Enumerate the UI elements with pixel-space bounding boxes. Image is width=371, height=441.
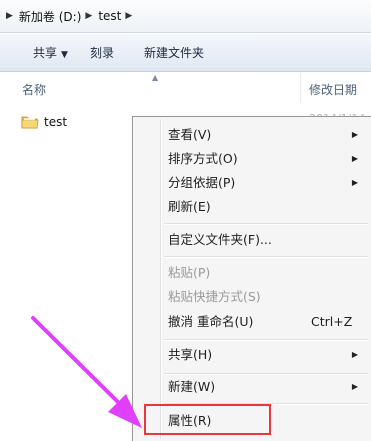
- pointer-arrow-icon: [31, 316, 142, 428]
